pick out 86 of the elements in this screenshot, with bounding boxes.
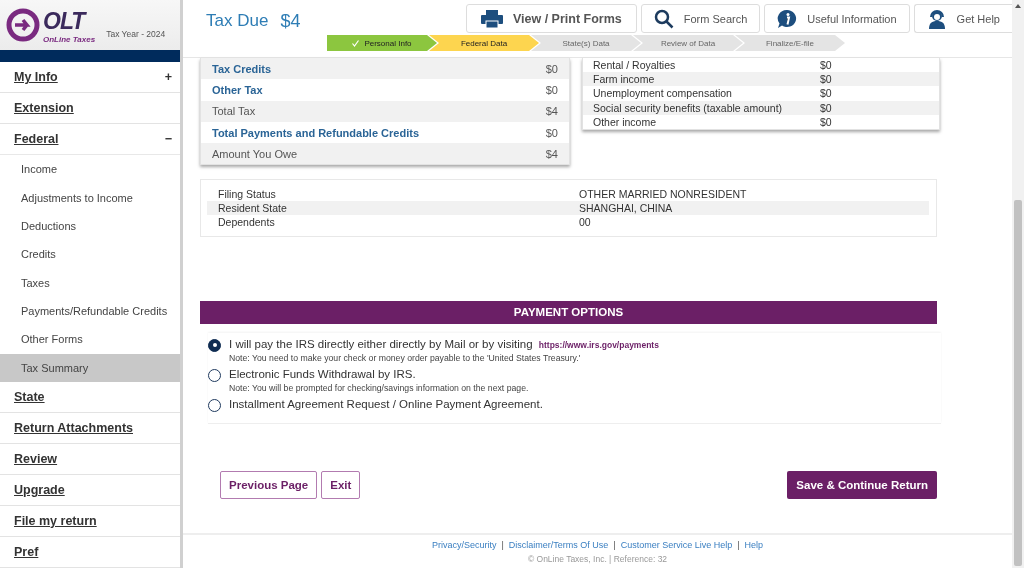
income-label: Rental / Royalties <box>593 59 677 72</box>
option-note: Note: You will be prompted for checking/savings information on the next page. <box>229 382 529 393</box>
info-label: Resident State <box>218 202 288 215</box>
sidebar-subitem[interactable]: Taxes <box>0 268 180 297</box>
toolbar-button[interactable]: View / Print Forms <box>465 4 637 33</box>
sidebar-item[interactable]: Federal − <box>0 124 180 155</box>
save-continue-button[interactable]: Save & Continue Return <box>787 470 937 499</box>
tax-due-label: Tax Due <box>206 11 269 32</box>
logo-icon <box>6 8 40 43</box>
income-value: $0 <box>820 115 832 128</box>
toolbar-button[interactable]: Form Search <box>640 4 761 33</box>
sidebar-subitem[interactable]: Other Forms <box>0 325 180 354</box>
link-separator: | <box>613 539 616 550</box>
income-label: Unemployment compensation <box>593 87 733 100</box>
summary-value: $4 <box>545 105 558 118</box>
progress-step: Federal Data <box>429 35 539 51</box>
progress-step: Review of Data <box>633 35 743 51</box>
sidebar-item[interactable]: Extension <box>0 93 180 124</box>
footer-link[interactable]: Customer Service Live Help <box>620 539 733 550</box>
progress-step: Finalize/E-file <box>735 35 845 51</box>
radio-button[interactable] <box>208 368 221 382</box>
sidebar-subitem[interactable]: Deductions <box>0 211 180 241</box>
check-icon <box>352 39 360 47</box>
irs-link[interactable]: https://www.irs.gov/payments <box>538 339 659 350</box>
progress-step: State(s) Data <box>531 35 641 51</box>
sidebar-subitem[interactable]: Tax Summary <box>0 353 180 382</box>
link-separator: | <box>501 539 504 550</box>
footer-link[interactable]: Help <box>744 539 764 550</box>
info-value: OTHER MARRIED NONRESIDENT <box>579 187 747 200</box>
previous-page-button[interactable]: Previous Page <box>220 470 318 499</box>
income-value: $0 <box>820 101 832 114</box>
exit-button[interactable]: Exit <box>321 470 361 499</box>
tax-due-amount: $4 <box>280 11 301 32</box>
sidebar-subitem[interactable]: Credits <box>0 240 180 269</box>
footer-link[interactable]: Disclaimer/Terms Of Use <box>508 539 609 550</box>
income-label: Farm income <box>593 73 656 86</box>
sidebar-item[interactable]: Upgrade <box>0 474 180 506</box>
scroll-up-icon[interactable] <box>1015 4 1021 8</box>
sidebar-item[interactable]: My Info + <box>0 61 180 93</box>
sidebar-item[interactable]: State <box>0 381 180 413</box>
footer-link[interactable]: Privacy/Security <box>431 539 497 550</box>
summary-value: $0 <box>545 62 558 75</box>
radio-button[interactable] <box>208 398 221 412</box>
summary-label: Amount You Owe <box>212 147 297 160</box>
summary-label: Other Tax <box>212 83 263 96</box>
sidebar-subitem[interactable]: Income <box>0 155 180 184</box>
income-label: Social security benefits (taxable amount) <box>593 101 784 114</box>
sidebar-item[interactable]: Pref <box>0 536 180 568</box>
summary-value: $0 <box>545 83 558 96</box>
option-label[interactable]: Installment Agreement Request / Online Payment Agreement. <box>229 397 543 410</box>
search-icon <box>653 8 674 29</box>
summary-label: Tax Credits <box>212 62 272 75</box>
logo-text: OLT <box>43 8 88 36</box>
summary-label: Total Tax <box>212 105 256 118</box>
sidebar-item[interactable]: File my return <box>0 505 180 537</box>
section-header: PAYMENT OPTIONS <box>200 300 937 324</box>
option-label[interactable]: I will pay the IRS directly either directly by Mail or by visiting https://www.irs.gov/payments <box>229 337 659 350</box>
tax-year: Tax Year - 2024 <box>106 29 166 40</box>
printer-icon <box>480 9 503 28</box>
info-icon <box>777 8 798 29</box>
option-note: Note: You need to make your check or money order payable to the 'United States Treasury.' <box>229 352 582 363</box>
income-value: $0 <box>820 87 832 100</box>
income-value: $0 <box>820 59 832 72</box>
summary-label: Total Payments and Refundable Credits <box>212 126 419 139</box>
sidebar-item[interactable]: Review <box>0 443 180 475</box>
progress-step: Personal Info <box>327 35 437 51</box>
toolbar-button[interactable]: Useful Information <box>764 4 910 33</box>
info-label: Filing Status <box>218 187 277 200</box>
radio-button[interactable] <box>208 338 221 352</box>
option-label[interactable]: Electronic Funds Withdrawal by IRS. <box>229 367 529 380</box>
info-value: 00 <box>579 216 591 229</box>
support-agent-icon <box>926 8 947 29</box>
link-separator: | <box>737 539 740 550</box>
info-label: Dependents <box>218 216 276 229</box>
summary-value: $4 <box>545 147 558 160</box>
income-label: Other income <box>593 115 658 128</box>
income-value: $0 <box>820 73 832 86</box>
sidebar-subitem[interactable]: Payments/Refundable Credits <box>0 296 180 326</box>
info-value: SHANGHAI, CHINA <box>579 202 673 215</box>
sidebar-subitem[interactable]: Adjustments to Income <box>0 183 180 212</box>
toolbar-button[interactable]: Get Help <box>913 4 1012 33</box>
logo-tagline: OnLine Taxes <box>43 35 96 45</box>
scrollbar-thumb[interactable] <box>1014 200 1022 566</box>
sidebar-item[interactable]: Return Attachments <box>0 412 180 444</box>
summary-value: $0 <box>545 126 558 139</box>
copyright: © OnLine Taxes, Inc. | Reference: 32 <box>527 553 668 564</box>
